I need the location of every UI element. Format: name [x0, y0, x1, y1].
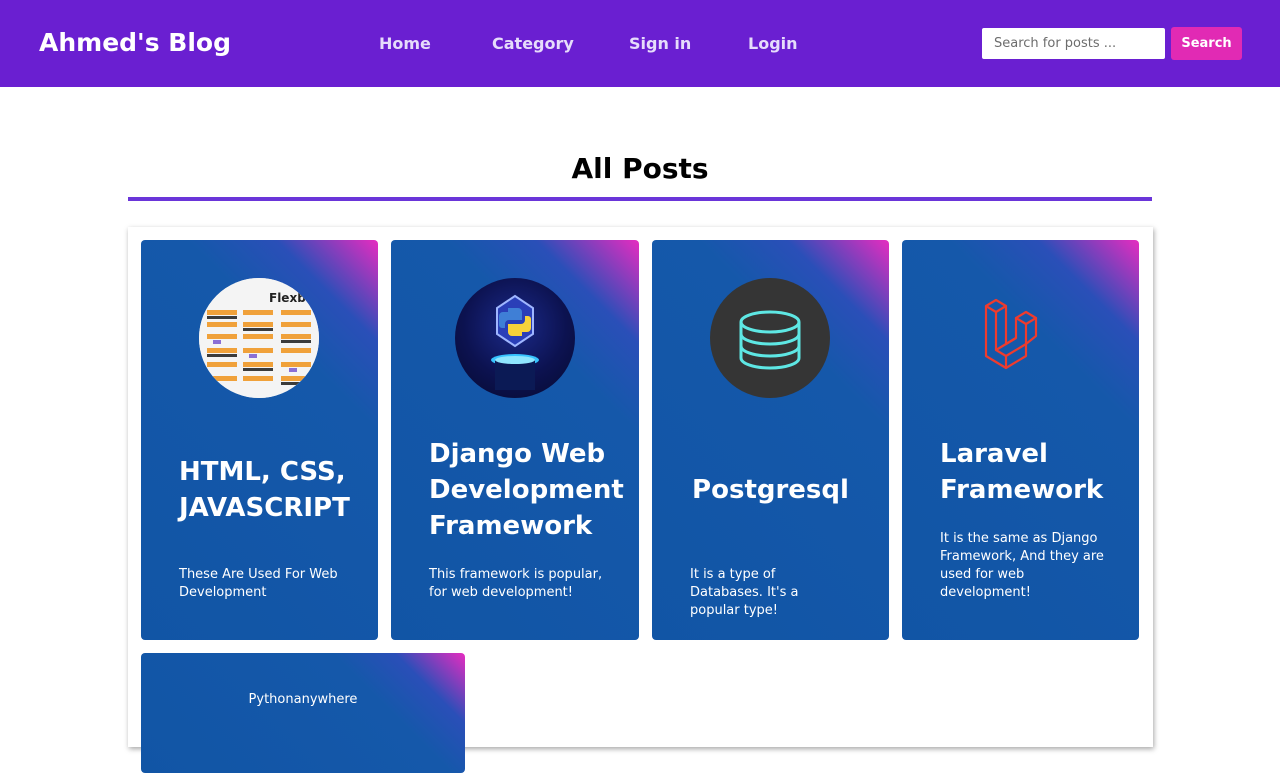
post-card-pythonanywhere[interactable]: Pythonanywhere — [141, 653, 465, 773]
brand-logo[interactable]: Ahmed's Blog — [39, 28, 231, 57]
post-title[interactable]: HTML, CSS, JAVASCRIPT — [179, 454, 359, 526]
post-card-laravel[interactable]: Laravel Framework It is the same as Djan… — [902, 240, 1139, 640]
post-thumbnail-flexbox: Flexb — [199, 278, 319, 398]
post-card-html-css-js[interactable]: Flexb HTML, CSS, JAVASCRIPT These Are Us… — [141, 240, 378, 640]
nav-link-home[interactable]: Home — [379, 34, 431, 53]
nav-link-login[interactable]: Login — [748, 34, 798, 53]
navbar: Ahmed's Blog Home Category Sign in Login… — [0, 0, 1280, 87]
posts-panel: Flexb HTML, CSS, JAVASCRIPT These Are Us… — [128, 227, 1153, 773]
post-thumbnail-python — [455, 278, 575, 398]
post-description: It is a type of Databases. It's a popula… — [690, 567, 799, 618]
flexbox-cheatsheet-icon: Flexb — [199, 278, 319, 398]
post-thumbnail-laravel — [960, 278, 1080, 398]
database-icon — [739, 310, 801, 370]
post-title[interactable]: Django Web Development Framework — [429, 436, 629, 544]
python-logo-icon — [491, 294, 539, 390]
post-card-django[interactable]: Django Web Development Framework This fr… — [391, 240, 639, 640]
post-description: This framework is popular, for web devel… — [429, 567, 603, 600]
post-title[interactable]: Pythonanywhere — [141, 691, 465, 709]
post-description: These Are Used For Web Development — [179, 567, 338, 600]
page-title: All Posts — [571, 152, 709, 185]
post-description: It is the same as Django Framework, And … — [940, 531, 1104, 600]
search-button[interactable]: Search — [1171, 27, 1242, 60]
nav-link-category[interactable]: Category — [492, 34, 574, 53]
nav-link-sign-in[interactable]: Sign in — [629, 34, 691, 53]
post-title[interactable]: Laravel Framework — [940, 436, 1130, 508]
title-underline — [128, 197, 1152, 201]
post-card-postgresql[interactable]: Postgresql It is a type of Databases. It… — [652, 240, 889, 640]
post-title[interactable]: Postgresql — [652, 472, 889, 508]
post-thumbnail-database — [710, 278, 830, 398]
laravel-logo-icon — [984, 298, 1038, 370]
svg-text:Flexb: Flexb — [269, 291, 306, 305]
search-input[interactable] — [982, 28, 1165, 59]
